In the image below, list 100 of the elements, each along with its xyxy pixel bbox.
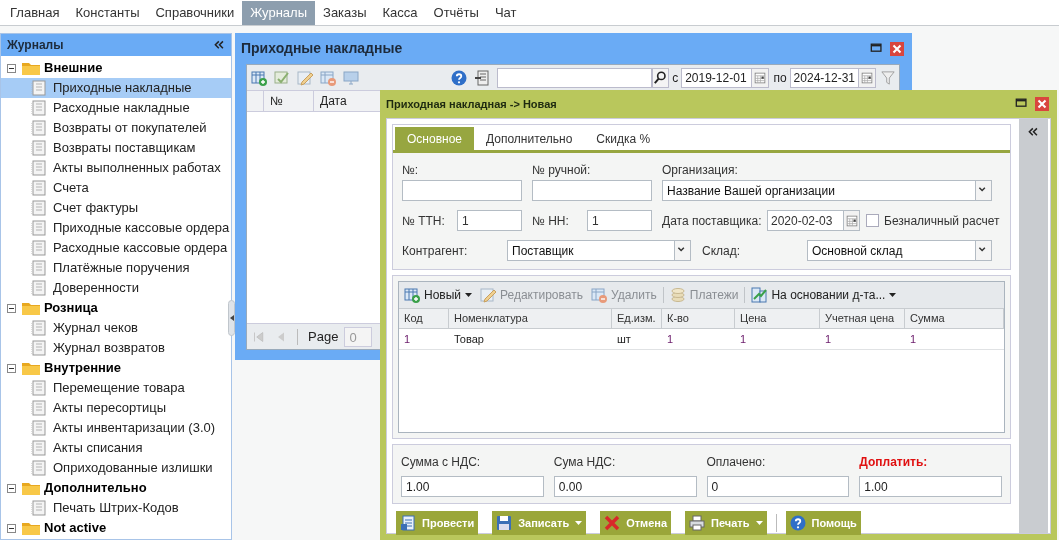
field-label: Контрагент: [402, 242, 469, 260]
checkbox[interactable] [866, 214, 879, 227]
calendar-button[interactable] [751, 68, 769, 87]
help-button[interactable] [450, 69, 467, 86]
close-button[interactable] [890, 41, 904, 56]
toolbar-button[interactable]: Новый [402, 286, 475, 304]
tree-item[interactable]: Акты инвентаризации (3.0) [1, 418, 231, 438]
calendar-icon [754, 71, 767, 84]
tree-item[interactable]: Расходные кассовые ордера [1, 238, 231, 258]
tree-item[interactable]: Возвраты поставщикам [1, 138, 231, 158]
tree-group-label[interactable]: Not active [44, 518, 107, 538]
tree-item[interactable]: Акты выполненных работах [1, 158, 231, 178]
input-field[interactable]: 1.00 [401, 476, 544, 497]
tree-item[interactable]: Перемещение товара [1, 378, 231, 398]
menu-item[interactable]: Чат [486, 0, 525, 25]
menu-item[interactable]: Заказы [315, 0, 375, 25]
tree-item-label: Печать Штрих-Кодов [53, 499, 179, 518]
first-page-icon [253, 330, 265, 343]
column-header: Код [399, 309, 449, 328]
folder-icon [20, 300, 40, 316]
collapse-toggle[interactable] [7, 483, 16, 493]
tab[interactable]: Дополнительно [474, 127, 585, 150]
check-icon [274, 69, 290, 86]
date-field[interactable]: 2020-02-03 [767, 210, 860, 231]
dropdown-field[interactable]: Поставщик [507, 240, 691, 261]
menu-item[interactable]: Отчёты [425, 0, 487, 25]
tree-item[interactable]: Приходные кассовые ордера [1, 218, 231, 238]
tree-item[interactable]: Расходные накладные [1, 98, 231, 118]
menu-item[interactable]: Справочники [147, 0, 243, 25]
tree-item-label: Счет фактуры [53, 199, 139, 218]
tree-item[interactable]: Акты списания [1, 438, 231, 458]
dropdown-button[interactable] [674, 241, 690, 260]
input-field[interactable]: 1 [587, 210, 652, 231]
search-field[interactable] [496, 67, 652, 88]
dropdown-button[interactable] [975, 241, 991, 260]
input-field[interactable]: 1 [457, 210, 522, 231]
date-to-label: по [773, 69, 787, 87]
document-icon [31, 500, 47, 516]
tree-item[interactable]: Счета [1, 178, 231, 198]
tab[interactable]: Скидка % [584, 127, 663, 150]
document-icon [31, 120, 47, 136]
add-button[interactable] [251, 69, 267, 86]
menu-item[interactable]: Константы [67, 0, 148, 25]
dropdown-field[interactable]: Основной склад [807, 240, 992, 261]
date-value: 2019-12-01 [684, 69, 748, 87]
field-label: Организация: [662, 162, 739, 177]
field-label: Сумма с НДС: [401, 454, 482, 471]
tree-item-label: Приходные накладные [53, 79, 192, 98]
table-remove-icon [590, 287, 607, 303]
input-field[interactable] [532, 180, 652, 201]
menu-item[interactable]: Касса [374, 0, 426, 25]
chart-document-icon [751, 287, 768, 303]
search-button[interactable] [651, 67, 670, 88]
tree-item[interactable]: Платёжные поручения [1, 258, 231, 278]
calendar-button[interactable] [843, 211, 859, 230]
tree-item[interactable]: Доверенности [1, 278, 231, 298]
export-button[interactable] [473, 69, 490, 86]
folder-icon [20, 360, 40, 376]
tree-item-label: Акты выполненных работах [53, 159, 221, 178]
calendar-button[interactable] [858, 68, 875, 87]
tree-item-label: Акты инвентаризации (3.0) [53, 419, 216, 438]
document-icon [31, 380, 47, 396]
tree-item-label: Расходные накладные [53, 99, 190, 118]
toolbar-button[interactable]: На основании д-та... [749, 286, 899, 304]
tree-item[interactable]: Оприходованные излишки [1, 458, 231, 478]
document-icon [400, 515, 416, 531]
menu-item[interactable]: Главная [2, 0, 68, 25]
tree-group-label[interactable]: Внешние [44, 58, 103, 78]
collapse-button[interactable] [213, 39, 225, 51]
tree-item[interactable]: Возвраты от покупателей [1, 118, 231, 138]
input-field[interactable]: 1.00 [859, 476, 1002, 497]
tree-item[interactable]: Счет фактуры [1, 198, 231, 218]
field-label: № НН: [532, 212, 570, 230]
collapse-toggle[interactable] [7, 523, 16, 533]
dropdown-button[interactable] [975, 181, 991, 200]
input-field[interactable]: 0.00 [553, 476, 697, 497]
tree-group-label[interactable]: Внутренние [44, 358, 122, 378]
collapse-toggle[interactable] [7, 63, 16, 73]
tree-item[interactable]: Журнал возвратов [1, 338, 231, 358]
tree-item[interactable]: Акты пересортицы [1, 398, 231, 418]
tree-group-label[interactable]: Дополнительно [44, 478, 147, 498]
tree-item[interactable]: Журнал чеков [1, 318, 231, 338]
collapse-toggle[interactable] [7, 363, 16, 373]
field-label: Склад: [702, 242, 742, 260]
dropdown-value: Название Вашей организации [666, 182, 836, 200]
tree-item-label: Расходные кассовые ордера [53, 239, 228, 258]
date-to-field[interactable]: 2024-12-31 [789, 67, 876, 88]
tree-item[interactable]: Приходные накладные [1, 78, 231, 98]
date-from-field[interactable]: 2019-12-01 [681, 67, 770, 88]
collapse-toggle[interactable] [7, 303, 16, 313]
dropdown-field[interactable]: Название Вашей организации [662, 180, 992, 201]
monitor-icon [343, 69, 359, 86]
tree-item[interactable]: Печать Штрих-Кодов [1, 498, 231, 518]
close-button[interactable] [1035, 97, 1049, 111]
document-icon [31, 320, 47, 336]
input-field[interactable]: 0 [706, 476, 850, 497]
collapse-icon [1028, 127, 1039, 138]
column-header: Номенклатура [449, 309, 612, 328]
input-field[interactable] [402, 180, 522, 201]
tree-group-label[interactable]: Розница [44, 298, 98, 318]
